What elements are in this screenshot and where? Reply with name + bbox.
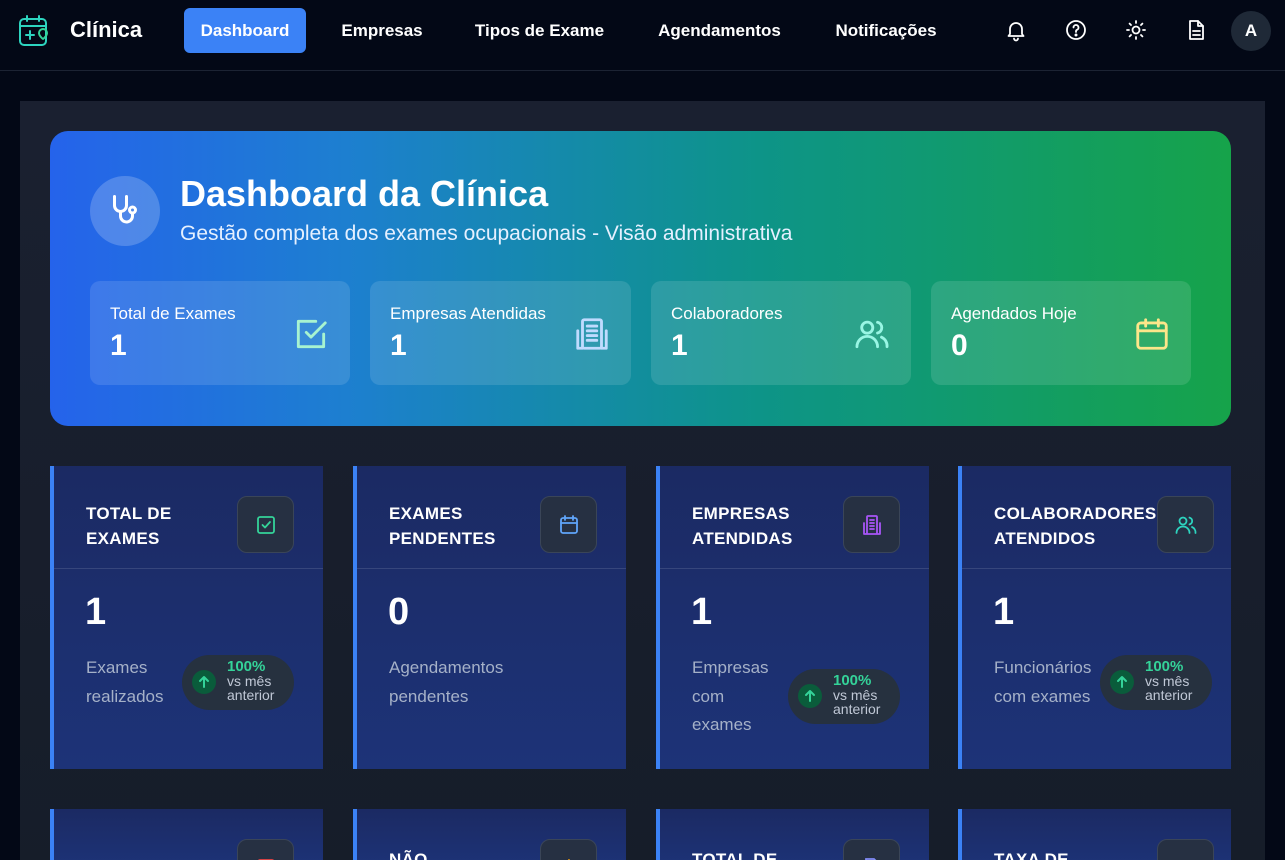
hero-stat-value: 1 (110, 329, 127, 362)
users-icon (1175, 516, 1197, 534)
card-value: 1 (691, 591, 713, 633)
card-icon-box (843, 496, 900, 553)
hero-stat-label: Colaboradores (671, 304, 783, 323)
bell-icon[interactable] (1004, 18, 1028, 42)
hero-icon-container (90, 176, 160, 246)
clinic-logo-icon[interactable] (17, 13, 53, 49)
card-title: NÃO (389, 850, 428, 860)
top-navbar: Clínica Dashboard Empresas Tipos de Exam… (0, 0, 1285, 71)
card-description: Agendamentos pendentes (389, 658, 504, 706)
hero-stat-value: 0 (951, 329, 968, 362)
document-icon[interactable] (1184, 18, 1208, 42)
hero-stat-label: Agendados Hoje (951, 304, 1077, 323)
building-icon (863, 515, 881, 535)
card-divider (660, 568, 929, 569)
card-title: COLABORADORES ATENDIDOS (994, 504, 1157, 548)
card-divider (54, 568, 323, 569)
nav-notificacoes[interactable]: Notificações (818, 8, 954, 53)
check-square-icon (257, 516, 275, 534)
card-title: TAXA DE (994, 850, 1069, 860)
arrow-up-icon (1110, 670, 1134, 694)
nav-tipos-de-exame[interactable]: Tipos de Exame (458, 8, 621, 53)
building-icon (576, 318, 608, 350)
hero-stat-label: Total de Exames (110, 304, 236, 323)
card-icon-box (540, 839, 597, 860)
hero-stat-colaboradores: Colaboradores 1 (651, 281, 911, 385)
card-row2-3[interactable]: TOTAL DE (656, 809, 929, 860)
hero-stat-value: 1 (671, 329, 688, 362)
file-icon (865, 858, 877, 860)
card-description: Funcionários com exames (994, 658, 1092, 706)
card-description: Exames realizados (86, 658, 164, 706)
card-title: TOTAL DE (692, 850, 778, 860)
user-avatar[interactable]: A (1231, 11, 1271, 51)
card-value: 1 (993, 591, 1015, 633)
sun-icon[interactable] (1124, 18, 1148, 42)
hero-stat-agendados-hoje: Agendados Hoje 0 (931, 281, 1191, 385)
page-title: Dashboard da Clínica (180, 173, 549, 214)
nav-empresas[interactable]: Empresas (326, 8, 438, 53)
card-exames-pendentes[interactable]: EXAMES PENDENTES 0 Agendamentos pendente… (353, 466, 626, 769)
trend-badge: 100% vs mês anterior (788, 669, 900, 724)
card-icon-box (540, 496, 597, 553)
card-empresas-atendidas[interactable]: EMPRESAS ATENDIDAS 1 Empresas com exames… (656, 466, 929, 769)
app-title[interactable]: Clínica (70, 17, 142, 43)
arrow-up-icon (192, 670, 216, 694)
card-icon-box (237, 496, 294, 553)
calendar-icon (560, 515, 578, 534)
check-square-icon (296, 319, 327, 349)
card-icon-box (1157, 839, 1214, 860)
trend-label: vs mês anterior (227, 673, 275, 703)
arrow-up-icon (798, 684, 822, 708)
card-icon-box (843, 839, 900, 860)
warning-icon (567, 859, 571, 860)
card-title: EXAMES PENDENTES (389, 504, 496, 548)
card-row2-2[interactable]: NÃO (353, 809, 626, 860)
hero-stat-value: 1 (390, 329, 407, 362)
card-value: 0 (388, 591, 410, 633)
card-icon-box (1157, 496, 1214, 553)
card-divider (962, 568, 1231, 569)
card-title: EMPRESAS ATENDIDAS (692, 504, 793, 548)
trend-badge: 100% vs mês anterior (182, 655, 294, 710)
hero-banner: Dashboard da Clínica Gestão completa dos… (50, 131, 1231, 426)
calendar-icon (1136, 318, 1168, 350)
trend-label: vs mês anterior (1145, 673, 1193, 703)
card-divider (357, 568, 626, 569)
card-description: Empresas com exames (692, 658, 769, 734)
hero-stat-label: Empresas Atendidas (390, 304, 546, 323)
stethoscope-icon (113, 195, 137, 224)
card-title: TOTAL DE EXAMES (86, 504, 172, 548)
card-row2-1[interactable] (50, 809, 323, 860)
trending-icon (1174, 856, 1198, 860)
nav-agendamentos[interactable]: Agendamentos (641, 8, 798, 53)
nav-dashboard[interactable]: Dashboard (184, 8, 306, 53)
card-icon-box (237, 839, 294, 860)
hero-stat-total-exames: Total de Exames 1 (90, 281, 350, 385)
alert-icon (257, 859, 275, 860)
users-icon (855, 320, 889, 349)
trend-label: vs mês anterior (833, 687, 881, 717)
page-subtitle: Gestão completa dos exames ocupacionais … (180, 222, 793, 245)
card-value: 1 (85, 591, 107, 633)
hero-stat-empresas-atendidas: Empresas Atendidas 1 (370, 281, 631, 385)
card-row2-4[interactable]: TAXA DE (958, 809, 1231, 860)
card-colaboradores-atendidos[interactable]: COLABORADORES ATENDIDOS 1 Funcionários c… (958, 466, 1231, 769)
trend-badge: 100% vs mês anterior (1100, 655, 1212, 710)
card-total-exames[interactable]: TOTAL DE EXAMES 1 Exames realizados 100%… (50, 466, 323, 769)
help-icon[interactable] (1064, 18, 1088, 42)
